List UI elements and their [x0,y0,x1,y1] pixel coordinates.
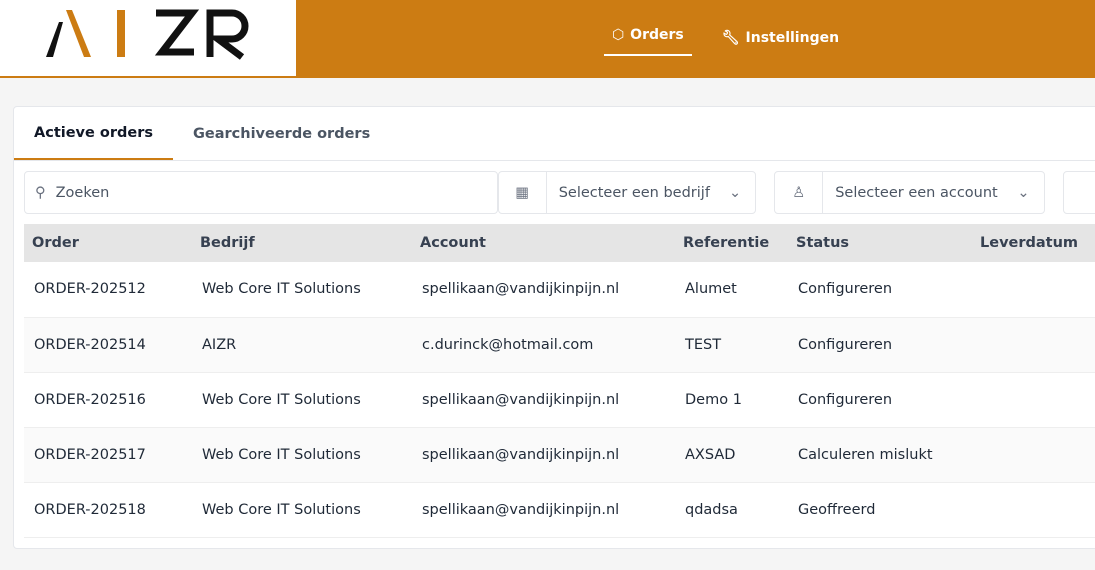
cell-leverdatum [972,372,1095,428]
box-icon: ⬡ [611,27,625,43]
table-row[interactable]: ORDER-202514 AIZR c.durinck@hotmail.com TES… [24,317,1095,373]
nav-instellingen[interactable]: 🔧︎ Instellingen [714,0,847,76]
table-row[interactable]: ORDER-202512 Web Core IT Solutions spellik… [24,262,1095,318]
orders-card: Actieve orders Gearchiveerde orders ⚲ Zo… [13,106,1095,549]
cell-order: ORDER-202518 [24,482,192,538]
orders-table: Order Bedrijf Account Referentie Status … [24,224,1095,538]
cell-bedrijf: Web Core IT Solutions [192,372,412,428]
table-row[interactable]: ORDER-202516 Web Core IT Solutions spellik… [24,372,1095,428]
cell-referentie: TEST [675,317,788,373]
chevron-down-icon: ⌄ [729,184,742,201]
cell-order: ORDER-202516 [24,372,192,428]
cell-order: ORDER-202517 [24,427,192,483]
cell-status: Calculeren mislukt [788,427,972,483]
cell-bedrijf: Web Core IT Solutions [192,427,412,483]
building-icon: ▦ [499,172,547,213]
cell-leverdatum [972,482,1095,538]
account-select[interactable]: ♙ Selecteer een account ⌄ [774,171,1045,214]
nav-orders-label: Orders [630,27,684,43]
filters: ⚲ Zoeken ▦ Selecteer een bedrijf ⌄ ♙ Sel… [14,161,1095,224]
tab-gearchiveerde-orders[interactable]: Gearchiveerde orders [173,107,390,160]
table-row[interactable]: ORDER-202518 Web Core IT Solutions spellik… [24,482,1095,538]
search-icon: ⚲ [35,184,46,201]
cell-leverdatum [972,317,1095,373]
cell-bedrijf: Web Core IT Solutions [192,262,412,318]
nav-instellingen-label: Instellingen [745,30,840,46]
nav-orders[interactable]: ⬡ Orders [603,0,692,76]
cell-referentie: AXSAD [675,427,788,483]
cell-bedrijf: Web Core IT Solutions [192,482,412,538]
cell-status: Configureren [788,262,972,318]
wrench-icon: 🔧︎ [721,30,740,46]
cell-account: spellikaan@vandijkinpijn.nl [412,427,675,483]
top-bar: ⬡ Orders 🔧︎ Instellingen [0,0,1095,78]
account-placeholder: Selecteer een account [835,184,998,201]
tab-actieve-orders[interactable]: Actieve orders [14,107,173,160]
company-select[interactable]: ▦ Selecteer een bedrijf ⌄ [497,171,757,214]
cell-account: c.durinck@hotmail.com [412,317,675,373]
cell-account: spellikaan@vandijkinpijn.nl [412,262,675,318]
cell-referentie: Alumet [675,262,788,318]
col-leverdatum[interactable]: Leverdatum [972,224,1095,262]
cell-order: ORDER-202512 [24,262,192,318]
cell-status: Geoffreerd [788,482,972,538]
col-order[interactable]: Order [24,224,192,262]
chevron-down-icon: ⌄ [1017,184,1030,201]
cell-referentie: Demo 1 [675,372,788,428]
cell-account: spellikaan@vandijkinpijn.nl [412,482,675,538]
cell-leverdatum [972,262,1095,318]
main-nav: ⬡ Orders 🔧︎ Instellingen [296,0,1095,76]
table-row[interactable]: ORDER-202517 Web Core IT Solutions spellik… [24,427,1095,483]
col-status[interactable]: Status [788,224,972,262]
cell-referentie: qdadsa [675,482,788,538]
col-bedrijf[interactable]: Bedrijf [192,224,412,262]
cell-leverdatum [972,427,1095,483]
cell-account: spellikaan@vandijkinpijn.nl [412,372,675,428]
company-placeholder: Selecteer een bedrijf [558,184,710,201]
col-referentie[interactable]: Referentie [675,224,788,262]
search-placeholder: Zoeken [55,184,110,201]
cell-order: ORDER-202514 [24,317,192,373]
aizr-logo[interactable] [0,0,296,76]
user-icon: ♙ [775,172,824,213]
cell-status: Configureren [788,317,972,373]
date-filter[interactable] [1062,171,1095,214]
col-account[interactable]: Account [412,224,675,262]
search-input[interactable]: ⚲ Zoeken [24,171,498,214]
cell-status: Configureren [788,372,972,428]
tabs: Actieve orders Gearchiveerde orders [14,107,1095,161]
cell-bedrijf: AIZR [192,317,412,373]
